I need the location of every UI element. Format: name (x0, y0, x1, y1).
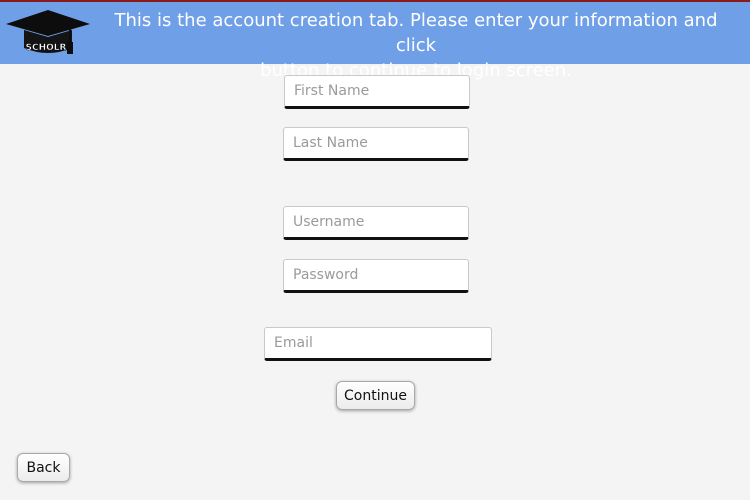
back-button[interactable]: Back (17, 453, 70, 482)
password-field[interactable] (283, 259, 469, 293)
first-name-field[interactable] (284, 75, 470, 109)
continue-button[interactable]: Continue (336, 381, 415, 410)
graduation-cap-logo-icon: SCHOLR (4, 4, 92, 62)
header-instructions: This is the account creation tab. Please… (114, 10, 718, 81)
header-banner: SCHOLR This is the account creation tab.… (0, 2, 750, 81)
username-field[interactable] (283, 206, 469, 240)
email-field[interactable] (264, 327, 492, 361)
logo-text: SCHOLR (26, 43, 67, 53)
last-name-field[interactable] (283, 127, 469, 161)
